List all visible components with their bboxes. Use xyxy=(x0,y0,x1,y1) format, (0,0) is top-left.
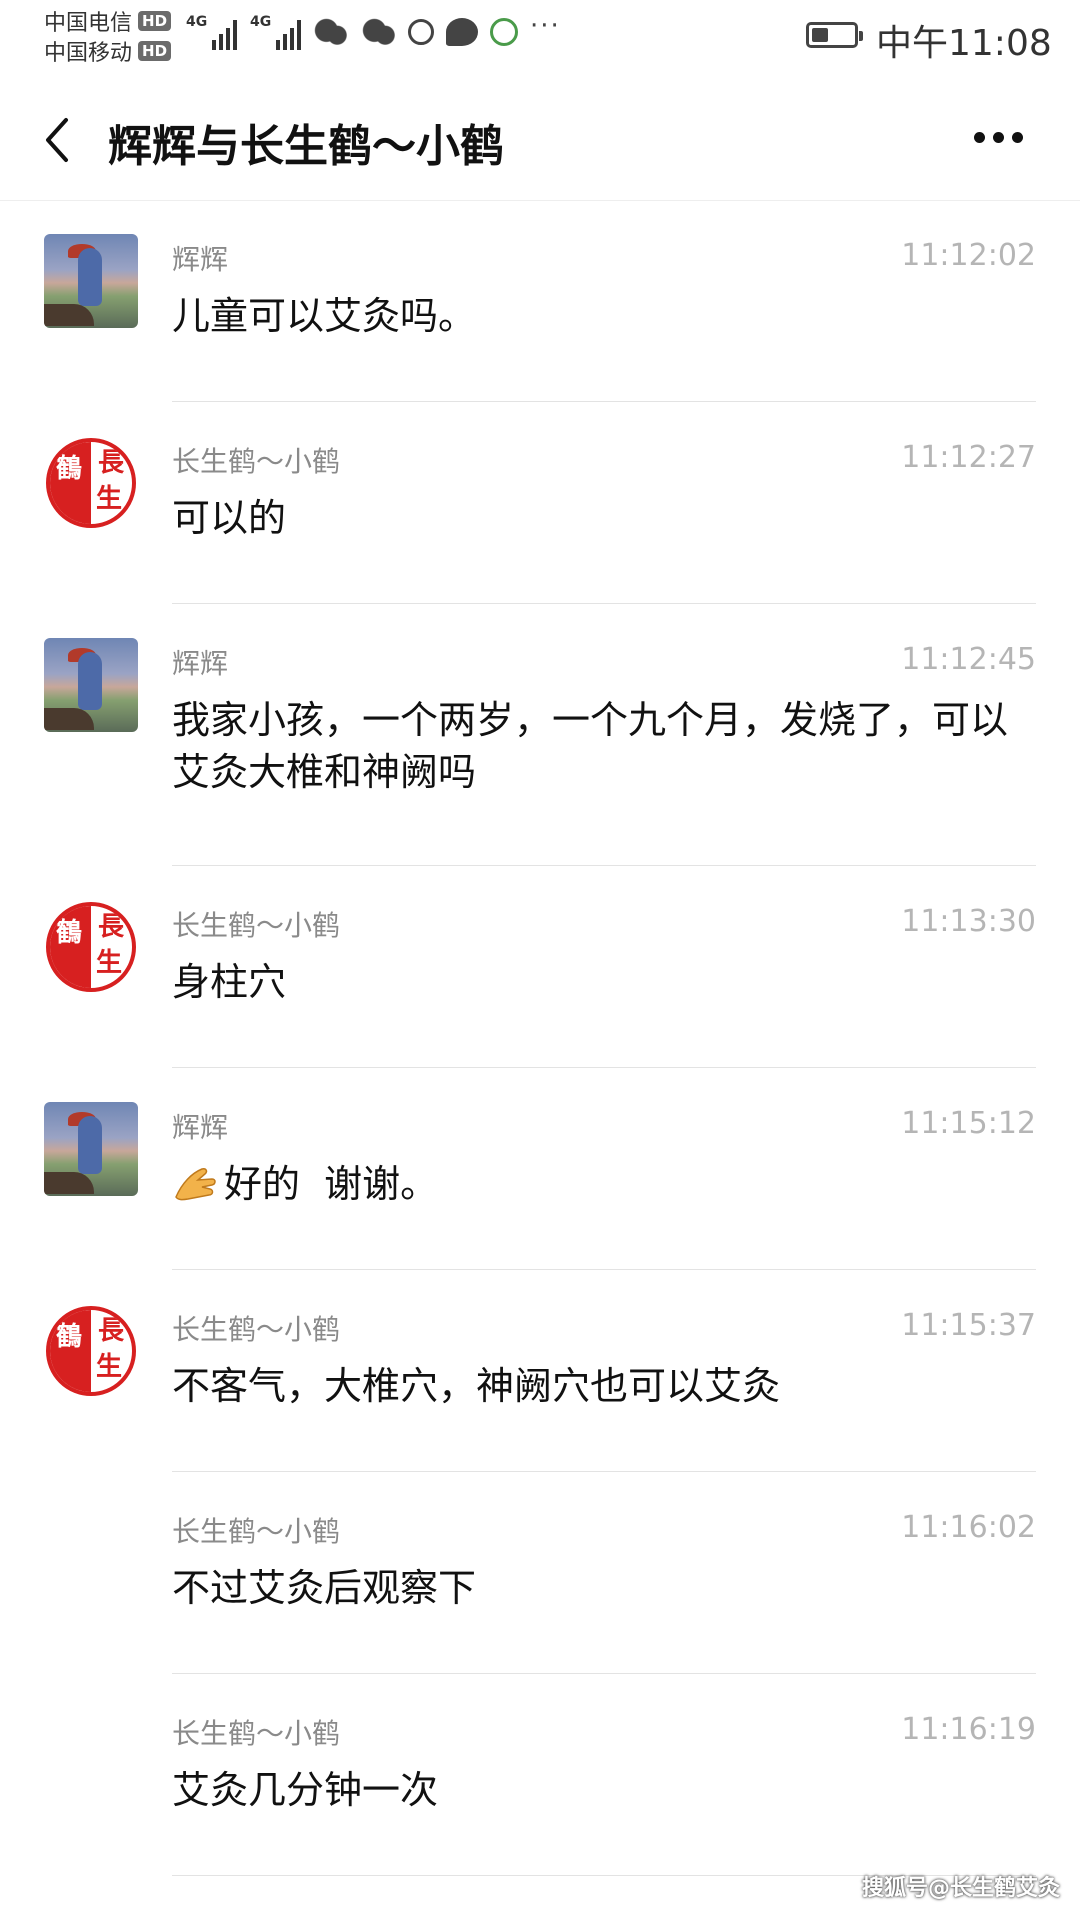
message-text: 不客气，大椎穴，神阙穴也可以艾灸 xyxy=(172,1364,781,1408)
signal-strength-icon: 4G xyxy=(250,14,302,50)
message-item: 鶴長生 长生鹤～小鹤 11:13:30 身柱穴 xyxy=(0,866,1080,1068)
message-item: 鶴長生 长生鹤～小鹤 11:12:27 可以的 xyxy=(0,402,1080,604)
red-seal-avatar[interactable]: 鶴長生 xyxy=(44,900,138,994)
message-item: 鶴長生 长生鹤～小鹤 11:15:37 不客气，大椎穴，神阙穴也可以艾灸 xyxy=(0,1270,1080,1472)
message-text: 不过艾灸后观察下 xyxy=(172,1566,477,1610)
message-item: 辉辉 11:12:45 我家小孩，一个两岁，一个九个月，发烧了，可以艾灸大椎和神… xyxy=(0,604,1080,866)
message-item: 长生鹤～小鹤 11:16:02 不过艾灸后观察下 xyxy=(0,1472,1080,1674)
alarm-icon xyxy=(408,19,434,45)
message-item: 辉辉 11:15:12 好的 谢谢。 xyxy=(0,1068,1080,1270)
message-text: 可以的 xyxy=(172,496,287,540)
wechat-icon xyxy=(312,16,348,48)
carrier-2-label: 中国移动 xyxy=(44,41,133,66)
hd-badge: HD xyxy=(138,11,172,31)
message-time: 11:15:12 xyxy=(901,1106,1036,1141)
ok-hand-emoji-icon xyxy=(175,1168,216,1201)
message-item: 长生鹤～小鹤 11:16:19 艾灸几分钟一次 xyxy=(0,1674,1080,1876)
sender-name: 长生鹤～小鹤 xyxy=(172,1717,341,1750)
message-text: 儿童可以艾灸吗。 xyxy=(172,294,477,338)
green-app-icon xyxy=(490,18,518,46)
sender-name: 辉辉 xyxy=(172,243,229,276)
message-text: 好的 谢谢。 xyxy=(172,1158,1022,1210)
sender-name: 长生鹤～小鹤 xyxy=(172,909,341,942)
cartoon-cat-avatar[interactable] xyxy=(44,638,138,732)
message-text: 身柱穴 xyxy=(172,960,287,1004)
cartoon-cat-avatar[interactable] xyxy=(44,234,138,328)
status-bar: 中国电信 HD 中国移动 HD 4G 4G ··· 中午11:08 xyxy=(0,0,1080,80)
cartoon-cat-avatar[interactable] xyxy=(44,1102,138,1196)
sender-name: 长生鹤～小鹤 xyxy=(172,1313,341,1346)
more-notifications-icon: ··· xyxy=(530,11,561,41)
message-time: 11:12:45 xyxy=(901,642,1036,677)
chat-history-list[interactable]: 辉辉 11:12:02 儿童可以艾灸吗。 鶴長生 长生鹤～小鹤 11:12:27… xyxy=(0,200,1080,1876)
red-seal-avatar[interactable]: 鶴長生 xyxy=(44,436,138,530)
message-text: 我家小孩，一个两岁，一个九个月，发烧了，可以艾灸大椎和神阙吗 xyxy=(172,698,1009,794)
hd-badge: HD xyxy=(138,41,172,61)
message-time: 11:16:19 xyxy=(901,1712,1036,1747)
sender-name: 辉辉 xyxy=(172,647,229,680)
message-time: 11:12:02 xyxy=(901,238,1036,273)
message-icon xyxy=(446,18,478,46)
sender-name: 长生鹤～小鹤 xyxy=(172,445,341,478)
back-arrow-icon[interactable] xyxy=(40,116,80,164)
red-seal-avatar[interactable]: 鶴長生 xyxy=(44,1304,138,1398)
message-time: 11:12:27 xyxy=(901,440,1036,475)
more-options-icon[interactable] xyxy=(974,132,1034,148)
page-title: 辉辉与长生鹤～小鹤 xyxy=(108,121,504,172)
carrier-1-label: 中国电信 xyxy=(44,11,133,36)
wechat-icon xyxy=(360,16,396,48)
battery-level xyxy=(812,28,828,42)
title-bar: 辉辉与长生鹤～小鹤 xyxy=(0,80,1080,201)
carrier-info: 中国电信 HD 中国移动 HD xyxy=(44,6,172,66)
battery-icon xyxy=(806,22,863,48)
sender-name: 长生鹤～小鹤 xyxy=(172,1515,341,1548)
message-text-content: 好的 谢谢。 xyxy=(224,1162,439,1206)
message-item: 辉辉 11:12:02 儿童可以艾灸吗。 xyxy=(0,200,1080,402)
signal-strength-icon: 4G xyxy=(186,14,238,50)
notification-icons: ··· xyxy=(312,11,561,48)
watermark: 搜狐号@长生鹤艾灸 xyxy=(861,1876,1060,1901)
message-text: 艾灸几分钟一次 xyxy=(172,1768,439,1812)
message-time: 11:16:02 xyxy=(901,1510,1036,1545)
message-time: 11:15:37 xyxy=(901,1308,1036,1343)
sender-name: 辉辉 xyxy=(172,1111,229,1144)
status-clock: 中午11:08 xyxy=(876,23,1052,64)
message-time: 11:13:30 xyxy=(901,904,1036,939)
